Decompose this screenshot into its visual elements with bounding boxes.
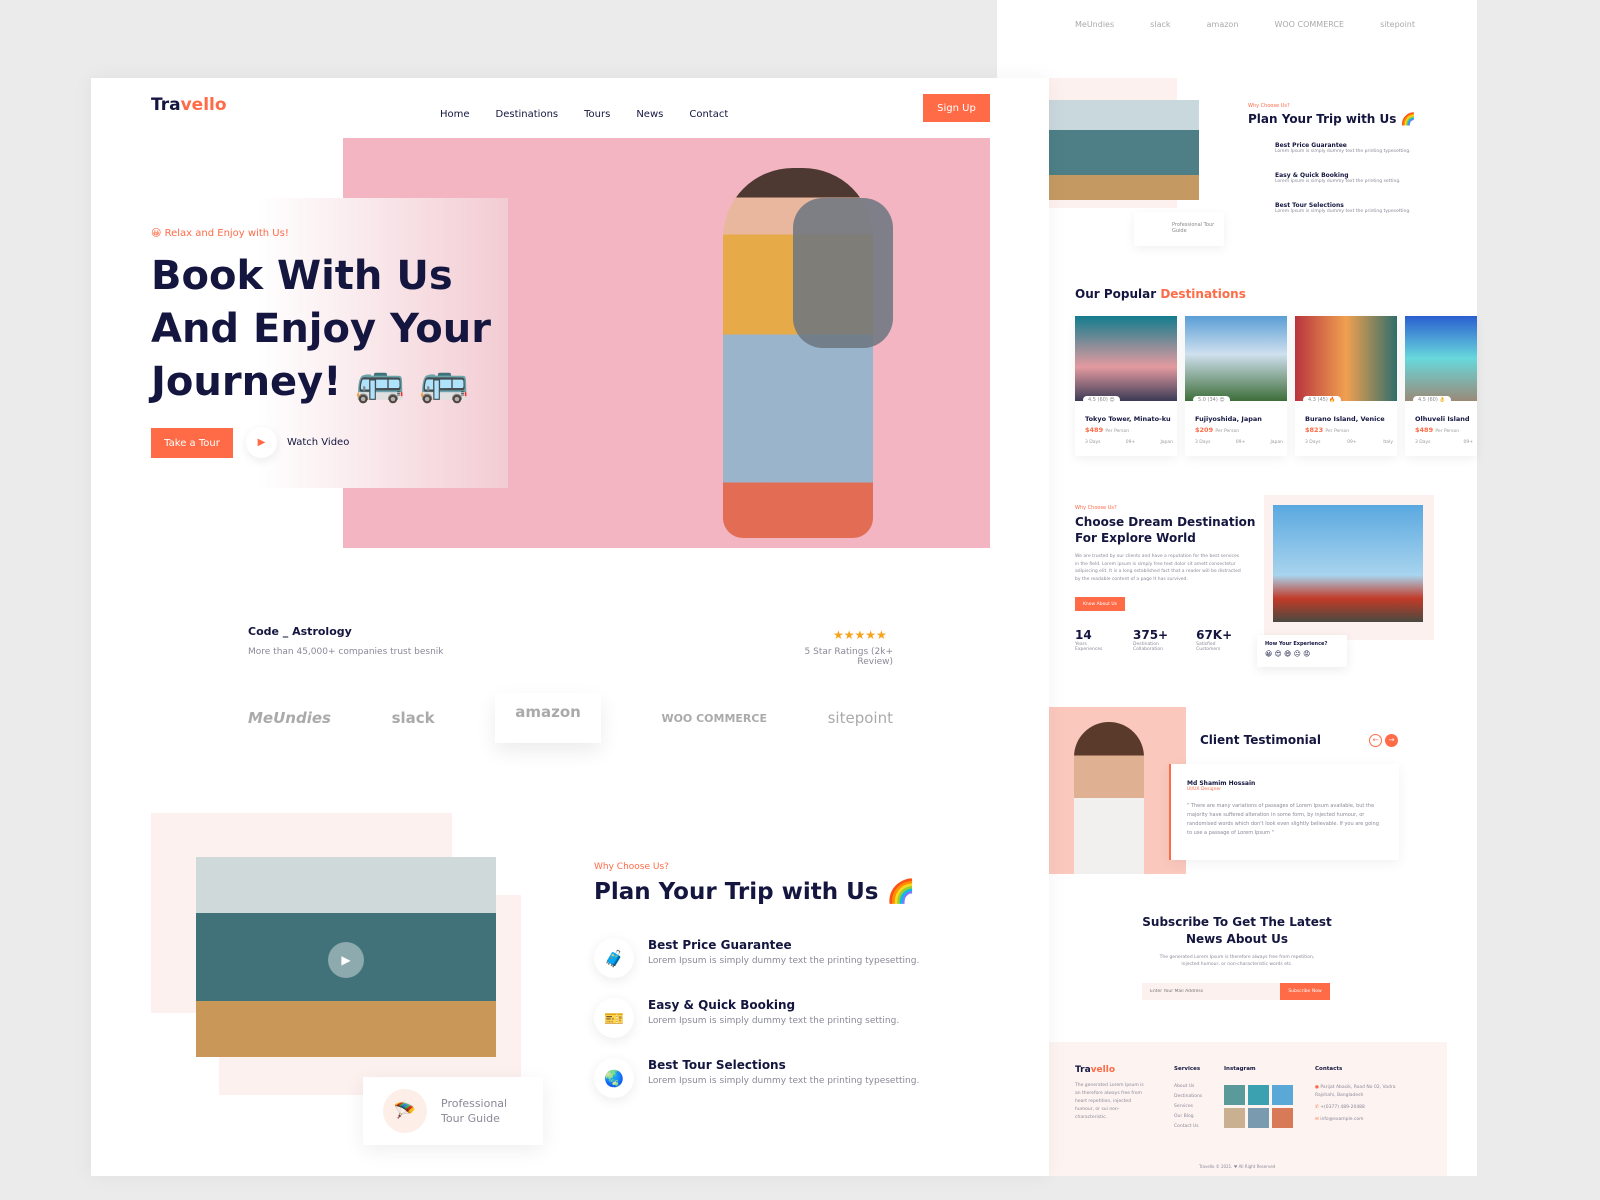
- footer-logo: Travello: [1075, 1065, 1115, 1075]
- mail-icon: ✉: [1315, 1117, 1319, 1122]
- dream-title: Choose Dream Destination For Explore Worl…: [1075, 515, 1256, 545]
- destination-card[interactable]: 4.3 (45) 🔥 Burano Island, Venice $823 Per …: [1295, 316, 1397, 456]
- brand-sitepoint: sitepoint: [1380, 20, 1415, 29]
- copyright: Travello © 2021. ♥ All Right Reserved: [1199, 1164, 1276, 1169]
- brand-meundies: MeUndies: [1075, 20, 1115, 29]
- meundies-logo: MeUndies: [248, 709, 331, 727]
- sydney-image-small: [1049, 100, 1199, 200]
- footer-link[interactable]: Our Blog: [1174, 1112, 1202, 1122]
- play-icon[interactable]: ▶: [328, 942, 364, 978]
- signup-button[interactable]: Sign Up: [923, 94, 990, 122]
- contacts: ● Parijat Abasik, Road No 02, Vadra Rajs…: [1315, 1085, 1396, 1122]
- instagram-title: Instagram: [1224, 1066, 1256, 1072]
- footer: Travello The generated Lorem Ipsum is an…: [1049, 1042, 1447, 1176]
- play-icon: ▶: [246, 427, 277, 458]
- globe-icon: 🌏: [594, 1058, 634, 1098]
- brand-slack: slack: [1150, 20, 1171, 29]
- trust-sub: More than 45,000+ companies trust besnik: [248, 647, 444, 657]
- parachute-icon: 🪂: [383, 1089, 427, 1133]
- plan-eyebrow-small: Why Choose Us?: [1248, 103, 1290, 109]
- contacts-title: Contacts: [1315, 1066, 1343, 1072]
- main-nav: Home Destinations Tours News Contact: [440, 102, 754, 121]
- nav-tours[interactable]: Tours: [584, 109, 610, 120]
- man-image: [1049, 707, 1186, 874]
- feature-title: Best Price Guarantee: [1275, 142, 1347, 149]
- subscribe-form: Subscribe Now: [1142, 983, 1330, 1000]
- nav-destinations[interactable]: Destinations: [496, 109, 559, 120]
- plan-title-small: Plan Your Trip with Us 🌈: [1248, 112, 1416, 126]
- hero-eyebrow: 😀 Relax and Enjoy with Us!: [151, 228, 289, 239]
- hero-title: Book With Us And Enjoy Your Journey! 🚌 🚌: [151, 253, 491, 405]
- subscribe-button[interactable]: Subscribe Now: [1280, 983, 1330, 1000]
- right-preview-panel: MeUndies slack amazon WOO COMMERCE sitep…: [997, 0, 1477, 1176]
- footer-link[interactable]: About Us: [1174, 1082, 1202, 1092]
- ticket-icon: 🎫: [594, 998, 634, 1038]
- feature-title: Best Tour Selections: [1275, 202, 1344, 209]
- know-about-us-button[interactable]: Know About Us: [1075, 597, 1125, 611]
- sydney-image: ▶: [196, 857, 496, 1057]
- prev-arrow-icon[interactable]: ←: [1369, 734, 1382, 747]
- popular-title: Our Popular Destinations: [1075, 287, 1246, 301]
- rating-stars: ★★★★★: [833, 628, 887, 642]
- dream-body: We are trusted by our clients and have a…: [1075, 554, 1241, 582]
- take-a-tour-button[interactable]: Take a Tour: [151, 428, 233, 458]
- feature-item: 🎫 Easy & Quick Booking Lorem Ipsum is simp…: [594, 998, 919, 1058]
- nav-news[interactable]: News: [636, 109, 663, 120]
- stats: 14 Years Experiences 375+ Destination Coll…: [1075, 628, 1233, 652]
- guide-badge: 🪂 Professional Tour Guide: [363, 1077, 543, 1145]
- couple-image: [1273, 505, 1423, 622]
- footer-link[interactable]: Services: [1174, 1102, 1202, 1112]
- feature-desc: Lorem Ipsum is simply dummy text the pri…: [1275, 209, 1411, 214]
- experience-card: How Your Experience? 😀 😍 😄 😐 😡: [1257, 635, 1347, 667]
- footer-link[interactable]: Destinations: [1174, 1092, 1202, 1102]
- guide-label: Professional Tour Guide: [441, 1097, 508, 1125]
- watch-video-button[interactable]: ▶ Watch Video: [246, 427, 349, 458]
- nav-contact[interactable]: Contact: [689, 109, 728, 120]
- plan-features-small: Best Price Guarantee Lorem Ipsum is simpl…: [1250, 142, 1450, 232]
- feature-desc: Lorem Ipsum is simply dummy text the pri…: [1275, 149, 1411, 154]
- email-input[interactable]: [1142, 983, 1280, 1000]
- destination-card[interactable]: 4.5 (60) 😍 Tokyo Tower, Minato-ku $489 Per…: [1075, 316, 1177, 456]
- plan-features: 🧳 Best Price Guarantee Lorem Ipsum is simp…: [594, 938, 919, 1118]
- location-icon: ●: [1315, 1085, 1319, 1090]
- brand-strip: MeUndies slack amazon WOO COMMERCE sitep…: [1075, 20, 1415, 29]
- luggage-icon: 🧳: [594, 938, 634, 978]
- destination-card[interactable]: 4.5 (60) 👌 Olhuveli Island $489 Per Person…: [1405, 316, 1477, 456]
- trust-company: Code _ Astrology: [248, 625, 352, 638]
- feature-desc: Lorem Ipsum is simply dummy text the pri…: [1275, 179, 1401, 184]
- woocommerce-logo: WOO COMMERCE: [661, 711, 767, 725]
- guide-badge-small: Professional Tour Guide: [1134, 212, 1224, 246]
- feature-item: 🧳 Best Price Guarantee Lorem Ipsum is simp…: [594, 938, 919, 998]
- subscribe-body: The generated Lorem Ipsum is therefore a…: [1159, 955, 1315, 967]
- footer-link[interactable]: Contact Us: [1174, 1122, 1202, 1132]
- feature-title: Easy & Quick Booking: [1275, 172, 1349, 179]
- services-title: Services: [1174, 1066, 1201, 1072]
- slack-logo: slack: [391, 709, 435, 727]
- sitepoint-logo: sitepoint: [827, 709, 893, 727]
- next-arrow-icon[interactable]: →: [1385, 734, 1398, 747]
- subscribe-title: Subscribe To Get The Latest News About Us: [1142, 915, 1332, 946]
- feature-item: 🌏 Best Tour Selections Lorem Ipsum is simp…: [594, 1058, 919, 1118]
- brand-logos: MeUndies slack amazon WOO COMMERCE sitep…: [248, 693, 893, 743]
- watch-video-label: Watch Video: [287, 437, 350, 448]
- main-page: Travello Home Destinations Tours News Contac…: [91, 78, 1049, 1176]
- brand-amazon: amazon: [1206, 20, 1239, 29]
- footer-about: The generated Lorem Ipsum is an therefor…: [1075, 1083, 1144, 1120]
- instagram-grid: [1224, 1085, 1293, 1128]
- dream-eyebrow: Why Choose Us?: [1075, 505, 1117, 511]
- testimonial-title: Client Testimonial: [1200, 733, 1321, 747]
- phone-icon: ✆: [1315, 1105, 1319, 1110]
- services-links: About Us Destinations Services Our Blog Cont…: [1174, 1082, 1202, 1132]
- amazon-logo: amazon: [495, 693, 601, 743]
- rating-text: 5 Star Ratings (2k+ Review): [804, 647, 893, 667]
- plan-eyebrow: Why Choose Us?: [594, 862, 669, 872]
- testimonial-card: Md Shamim Hossain UI/UX Designer " There…: [1169, 764, 1399, 860]
- plan-title: Plan Your Trip with Us 🌈: [594, 879, 916, 905]
- logo[interactable]: Travello: [151, 95, 227, 115]
- destination-card[interactable]: 5.0 (34) 😍 Fujiyoshida, Japan $209 Per Per…: [1185, 316, 1287, 456]
- nav-home[interactable]: Home: [440, 109, 470, 120]
- brand-woocommerce: WOO COMMERCE: [1274, 20, 1345, 29]
